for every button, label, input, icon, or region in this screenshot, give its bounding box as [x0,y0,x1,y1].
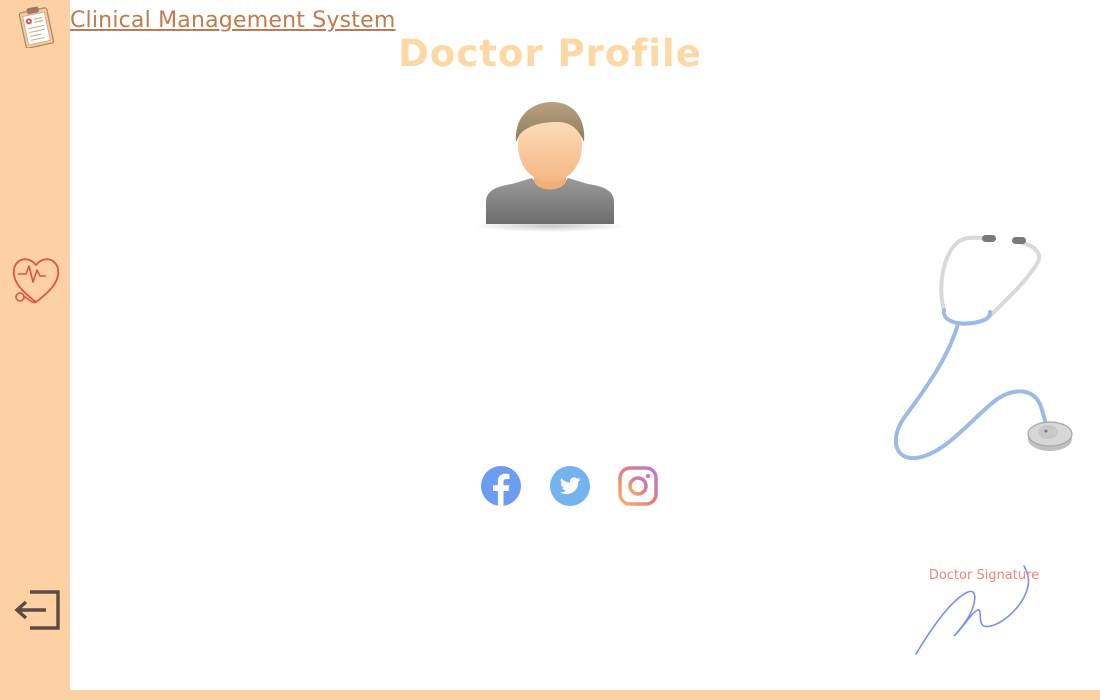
bottom-strip [0,690,1100,700]
page: Clinical Management System Doctor Profil… [0,0,1100,700]
doctor-avatar [474,102,626,232]
instagram-icon[interactable] [617,465,659,507]
heart-stethoscope-icon[interactable] [10,252,62,310]
facebook-icon[interactable] [480,465,522,507]
signature-label: Doctor Signature [928,568,1040,583]
twitter-icon[interactable] [549,465,591,507]
clipboard-icon [18,6,55,48]
logout-icon[interactable] [12,586,64,634]
stethoscope-illustration [894,235,1073,461]
page-title: Doctor Profile [398,32,702,75]
